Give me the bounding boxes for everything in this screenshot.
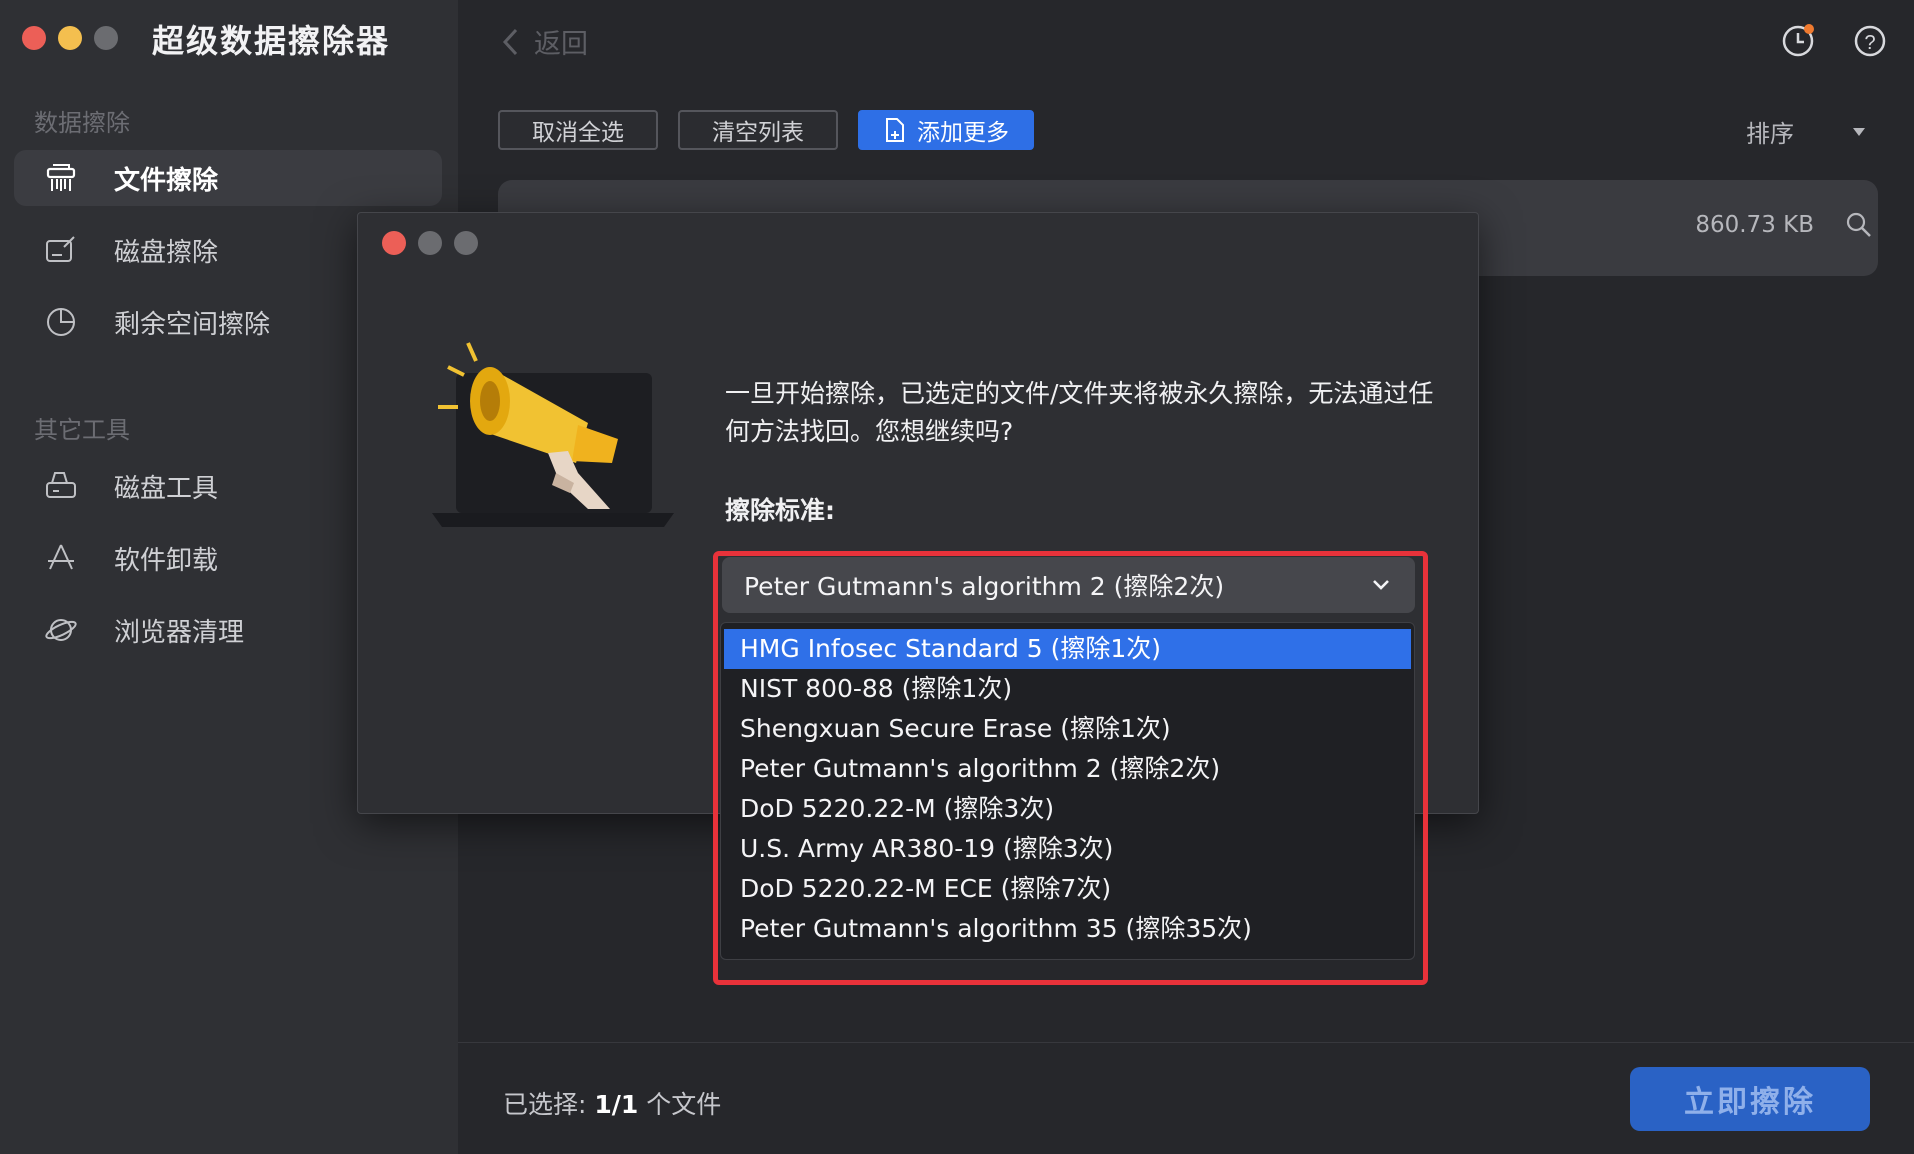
option-hmg-infosec[interactable]: HMG Infosec Standard 5 (擦除1次)	[724, 629, 1411, 669]
add-file-icon	[886, 118, 904, 142]
section-label-data-erase: 数据擦除	[34, 109, 130, 137]
app-title: 超级数据擦除器	[152, 22, 391, 60]
sidebar-item-label: 磁盘工具	[114, 473, 219, 504]
warning-message: 一旦开始擦除，已选定的文件/文件夹将被永久擦除，无法通过任何方法找回。您想继续吗…	[725, 379, 1434, 446]
help-icon[interactable]: ?	[1852, 22, 1888, 58]
section-label-other-tools: 其它工具	[34, 416, 130, 444]
erase-standard-options: HMG Infosec Standard 5 (擦除1次) NIST 800-8…	[720, 622, 1415, 960]
sidebar-item-label: 文件擦除	[114, 165, 219, 196]
caret-down-icon	[1853, 127, 1865, 136]
option-shengxuan[interactable]: Shengxuan Secure Erase (擦除1次)	[724, 709, 1411, 749]
close-window-button[interactable]	[22, 26, 46, 50]
option-nist-800-88[interactable]: NIST 800-88 (擦除1次)	[724, 669, 1411, 709]
shredder-icon	[46, 164, 76, 191]
dialog-close-button[interactable]	[382, 231, 406, 255]
search-icon[interactable]	[1844, 210, 1874, 240]
chevron-down-icon	[1373, 580, 1389, 590]
sidebar-item-label: 软件卸载	[114, 545, 219, 576]
add-more-button[interactable]: 添加更多	[858, 110, 1034, 150]
dialog-zoom-button	[454, 231, 478, 255]
selection-prefix: 已选择:	[503, 1090, 595, 1119]
erase-standard-select[interactable]: Peter Gutmann's algorithm 2 (擦除2次)	[722, 557, 1415, 613]
minimize-window-button[interactable]	[58, 26, 82, 50]
pie-chart-icon	[47, 308, 75, 336]
file-size: 860.73 KB	[1695, 212, 1814, 238]
disk-tool-icon	[46, 472, 76, 498]
sort-label: 排序	[1746, 120, 1794, 148]
selection-status: 已选择: 1/1 个文件	[503, 1085, 721, 1121]
sidebar-item-label: 浏览器清理	[114, 617, 245, 648]
sidebar-item-file-erase[interactable]: 文件擦除	[14, 150, 442, 206]
selection-suffix: 个文件	[638, 1090, 722, 1119]
history-icon[interactable]	[1780, 22, 1816, 58]
option-gutmann-2[interactable]: Peter Gutmann's algorithm 2 (擦除2次)	[724, 749, 1411, 789]
megaphone-laptop-illustration	[432, 342, 674, 527]
selected-standard: Peter Gutmann's algorithm 2 (擦除2次)	[744, 572, 1225, 601]
add-more-label: 添加更多	[917, 120, 1009, 146]
zoom-window-button[interactable]	[94, 26, 118, 50]
title-bar: 超级数据擦除器 返回 ?	[0, 0, 1914, 88]
svg-text:?: ?	[1864, 32, 1875, 54]
sort-dropdown[interactable]: 排序	[1746, 114, 1866, 149]
option-gutmann-35[interactable]: Peter Gutmann's algorithm 35 (擦除35次)	[724, 909, 1411, 949]
sidebar-item-label: 磁盘擦除	[114, 237, 219, 268]
disk-edit-icon	[46, 236, 75, 262]
option-dod-5220[interactable]: DoD 5220.22-M (擦除3次)	[724, 789, 1411, 829]
sidebar-item-label: 剩余空间擦除	[114, 309, 271, 340]
erase-now-button[interactable]: 立即擦除	[1630, 1067, 1870, 1131]
erase-standard-label: 擦除标准:	[725, 496, 835, 525]
dialog-minimize-button	[418, 231, 442, 255]
clear-list-button[interactable]: 清空列表	[678, 110, 838, 150]
planet-icon	[45, 619, 77, 641]
chevron-left-icon	[502, 28, 518, 55]
back-label: 返回	[534, 29, 588, 60]
back-button[interactable]: 返回	[500, 22, 588, 61]
deselect-all-button[interactable]: 取消全选	[498, 110, 658, 150]
footer-bar: 已选择: 1/1 个文件 立即擦除	[458, 1042, 1914, 1154]
option-dod-5220-ece[interactable]: DoD 5220.22-M ECE (擦除7次)	[724, 869, 1411, 909]
selection-count: 1/1	[594, 1090, 639, 1119]
option-us-army[interactable]: U.S. Army AR380-19 (擦除3次)	[724, 829, 1411, 869]
app-store-icon	[48, 544, 74, 570]
